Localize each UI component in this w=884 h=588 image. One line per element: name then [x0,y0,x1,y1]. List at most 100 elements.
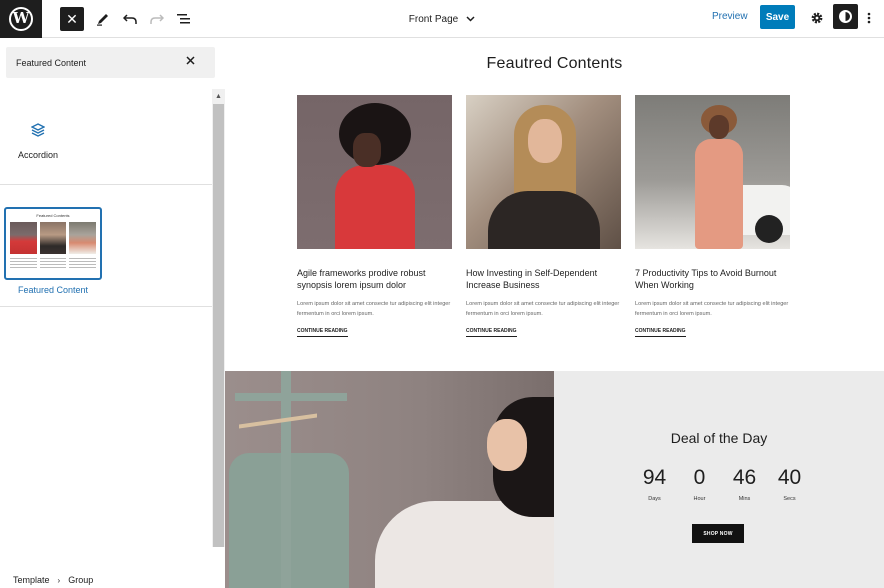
chevron-right-icon: › [57,575,61,585]
close-inserter-button[interactable]: ✕ [60,7,84,31]
post-card[interactable]: 7 Productivity Tips to Avoid Burnout Whe… [635,95,790,338]
inserter-results: Accordion Featured Contents Featured Con… [0,89,212,573]
editor-canvas: Feautred Contents Agile frameworks prodi… [225,39,884,588]
styles-button[interactable] [833,4,858,29]
pattern-preview-images [10,222,97,254]
image-shape [487,419,527,471]
continue-reading-link[interactable]: CONTINUE READING [635,328,686,338]
countdown-seconds: 40 Secs [767,466,812,502]
clear-search-button[interactable] [186,54,195,68]
deal-image[interactable] [225,371,554,588]
shop-now-button[interactable]: SHOP NOW [692,524,744,543]
chevron-down-icon [466,16,475,22]
post-title[interactable]: 7 Productivity Tips to Avoid Burnout Whe… [635,267,790,291]
countdown-label: Mins [738,496,751,502]
post-excerpt: Lorem ipsum dolor sit amet consecte tur … [297,301,451,317]
save-button[interactable]: Save [760,5,795,29]
image-shape [239,413,317,455]
countdown-value: 94 [642,466,667,489]
inserter-search-input[interactable]: Featured Content [6,47,215,78]
section-heading[interactable]: Feautred Contents [225,55,884,73]
redo-icon [150,14,164,24]
pattern-preview-title: Featured Contents [36,213,70,218]
more-vertical-icon [867,12,871,24]
preview-button[interactable]: Preview [712,11,748,22]
close-icon: ✕ [66,10,78,27]
post-image [466,95,621,249]
countdown-label: Days [648,496,661,502]
thumb-image [39,222,67,254]
block-item-label: Accordion [17,150,59,160]
countdown-label: Hour [693,496,706,502]
countdown-label: Secs [783,496,796,502]
contrast-icon [839,10,852,23]
countdown-hours: 0 Hour [677,466,722,502]
thumb-text-lines [10,258,37,268]
image-shape [353,133,381,167]
image-shape [235,393,347,401]
wordpress-logo-mark: W [9,6,33,31]
post-excerpt: Lorem ipsum dolor sit amet consecte tur … [466,301,620,317]
countdown-value: 0 [693,466,706,489]
image-shape [528,119,562,163]
deal-title[interactable]: Deal of the Day [554,430,884,446]
undo-icon [123,14,137,24]
options-menu-button[interactable] [862,7,876,29]
redo-button[interactable] [145,7,169,31]
deal-of-the-day-section: Deal of the Day 94 Days 0 Hour 46 Mins 4… [225,371,884,588]
pen-icon [97,14,108,26]
document-title-dropdown[interactable]: Front Page [409,14,475,25]
undo-button[interactable] [118,7,142,31]
block-item-accordion[interactable]: Accordion [14,123,62,160]
continue-reading-link[interactable]: CONTINUE READING [466,328,517,338]
layers-icon [14,123,62,140]
image-shape [755,215,783,243]
document-overview-button[interactable] [172,7,196,31]
post-card[interactable]: Agile frameworks prodive robust synopsis… [297,95,452,338]
tools-button[interactable] [91,7,115,31]
post-image [297,95,452,249]
continue-reading-link[interactable]: CONTINUE READING [297,328,348,338]
pattern-preview-text [10,258,97,268]
divider [0,306,212,307]
post-image [635,95,790,249]
divider [0,184,212,185]
thumb-image [10,222,37,254]
block-breadcrumb: Template › Group [0,572,212,588]
thumb-text-lines [69,258,97,268]
block-inserter-panel: Featured Content Accordion Featured Cont… [0,39,225,588]
sidebar-scrollbar[interactable]: ▲ [212,89,225,547]
pattern-item-label: Featured Content [17,285,89,295]
list-view-icon [177,14,190,24]
thumb-image [69,222,97,254]
countdown-value: 46 [732,466,757,489]
image-shape [709,115,729,139]
image-shape [281,371,291,588]
wordpress-logo-icon[interactable]: W [0,0,42,38]
document-title: Front Page [408,13,459,25]
editor-topbar: W ✕ Front Page Preview Save [0,0,884,38]
image-shape [488,191,600,249]
post-title[interactable]: Agile frameworks prodive robust synopsis… [297,267,452,291]
post-card[interactable]: How Investing in Self-Dependent Increase… [466,95,621,338]
post-title[interactable]: How Investing in Self-Dependent Increase… [466,267,621,291]
deal-panel: Deal of the Day 94 Days 0 Hour 46 Mins 4… [554,371,884,588]
countdown-timer: 94 Days 0 Hour 46 Mins 40 Secs [632,466,812,502]
pattern-preview: Featured Contents [4,207,102,280]
gear-icon [811,12,823,24]
breadcrumb-item-group[interactable]: Group [68,575,93,585]
image-shape [335,165,415,249]
countdown-value: 40 [777,466,802,489]
post-excerpt: Lorem ipsum dolor sit amet consecte tur … [635,301,789,317]
countdown-minutes: 46 Mins [722,466,767,502]
scrollbar-thumb[interactable] [213,104,224,547]
settings-button[interactable] [806,7,828,29]
countdown-days: 94 Days [632,466,677,502]
close-icon [186,56,195,65]
thumb-text-lines [39,258,67,268]
image-shape [695,139,743,249]
pattern-item-featured-content[interactable]: Featured Contents Featured Content [4,207,102,295]
scroll-up-arrow-icon[interactable]: ▲ [212,89,225,103]
breadcrumb-item-template[interactable]: Template [13,575,50,585]
search-value: Featured Content [16,57,87,68]
